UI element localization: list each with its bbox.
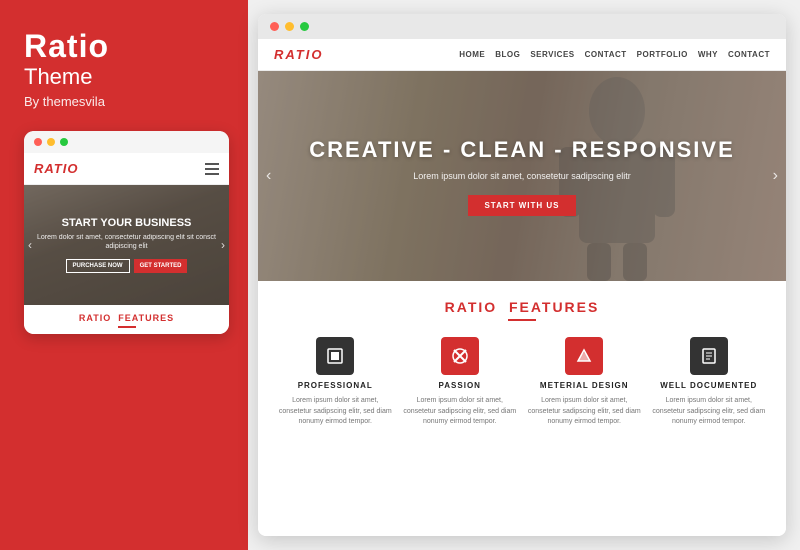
mobile-features-title: RATIO FEATURES [34,313,219,323]
hamburger-icon[interactable] [205,163,219,175]
logo-subtitle: Theme [24,64,224,90]
mobile-nav: RATIO [24,153,229,185]
mobile-hero-content: START YOUR BUSINESS Lorem dolor sit amet… [24,217,229,273]
site-nav-links: HOME BLOG SERVICES CONTACT PORTFOLIO WHY… [459,50,770,59]
hero-next-arrow[interactable]: › [773,167,778,185]
feature-title-professional: PROFESSIONAL [298,381,373,390]
feature-desc-material: Lorem ipsum dolor sit amet, consetetur s… [527,396,642,428]
feature-icon-documented [690,337,728,375]
feature-title-material: METERIAL DESIGN [540,381,629,390]
nav-link-portfolio[interactable]: PORTFOLIO [637,50,688,59]
mobile-hero-desc: Lorem dolor sit amet, consectetur adipis… [34,233,219,251]
browser-topbar [258,14,786,39]
browser-dot-red [270,22,279,31]
browser-dot-yellow [285,22,294,31]
site-hero-desc: Lorem ipsum dolor sit amet, consetetur s… [413,171,631,181]
feature-item-passion: PASSION Lorem ipsum dolor sit amet, cons… [403,337,518,428]
mobile-hero: ‹ START YOUR BUSINESS Lorem dolor sit am… [24,185,229,305]
mobile-logo: RATIO [34,161,78,176]
browser-dot-green [300,22,309,31]
feature-desc-professional: Lorem ipsum dolor sit amet, consetetur s… [278,396,393,428]
feature-icon-passion [441,337,479,375]
mobile-hero-buttons: PURCHASE NOW GET STARTED [34,259,219,273]
feature-icon-material [565,337,603,375]
browser-window: RATIO HOME BLOG SERVICES CONTACT PORTFOL… [258,14,786,536]
dot-green [60,138,68,146]
mobile-features-underline [118,326,136,328]
logo-by: By themesvila [24,94,224,109]
features-underline [508,319,536,321]
nav-link-contact2[interactable]: CONTACT [728,50,770,59]
mobile-hero-title: START YOUR BUSINESS [34,217,219,229]
feature-icon-professional [316,337,354,375]
mobile-purchase-button[interactable]: PURCHASE NOW [66,259,130,273]
nav-link-home[interactable]: HOME [459,50,485,59]
hero-prev-arrow[interactable]: ‹ [266,167,271,185]
site-nav: RATIO HOME BLOG SERVICES CONTACT PORTFOL… [258,39,786,71]
feature-desc-documented: Lorem ipsum dolor sit amet, consetetur s… [652,396,767,428]
nav-link-contact[interactable]: CONTACT [585,50,627,59]
features-grid: PROFESSIONAL Lorem ipsum dolor sit amet,… [278,337,766,428]
features-heading-suffix: FEATURES [509,299,599,315]
dot-red [34,138,42,146]
logo-title: Ratio [24,30,224,62]
mobile-features-prefix: RATIO [79,313,111,323]
mobile-features-bar: RATIO FEATURES [24,305,229,334]
site-hero-title: CREATIVE - CLEAN - RESPONSIVE [309,137,735,163]
mobile-topbar [24,131,229,153]
features-heading: RATIO FEATURES [278,299,766,315]
feature-desc-passion: Lorem ipsum dolor sit amet, consetetur s… [403,396,518,428]
site-logo: RATIO [274,47,323,62]
site-hero: ‹ CREATIVE - CLEAN - RESPONSIVE Lorem ip… [258,71,786,281]
dot-yellow [47,138,55,146]
features-heading-prefix: RATIO [445,299,498,315]
mobile-prev-arrow[interactable]: ‹ [28,238,32,252]
mobile-next-arrow[interactable]: › [221,238,225,252]
feature-item-documented: WELL DOCUMENTED Lorem ipsum dolor sit am… [652,337,767,428]
left-panel: Ratio Theme By themesvila RATIO ‹ START … [0,0,248,550]
site-hero-cta-button[interactable]: START WITH US [468,195,575,216]
nav-link-why[interactable]: WHY [698,50,718,59]
feature-item-material: METERIAL DESIGN Lorem ipsum dolor sit am… [527,337,642,428]
mobile-preview-card: RATIO ‹ START YOUR BUSINESS Lorem dolor … [24,131,229,334]
mobile-getstarted-button[interactable]: GET STARTED [134,259,188,273]
site-features-section: RATIO FEATURES PROFESSIONAL Lorem ipsum … [258,281,786,536]
right-panel: RATIO HOME BLOG SERVICES CONTACT PORTFOL… [248,0,800,550]
feature-title-passion: PASSION [439,381,481,390]
nav-link-services[interactable]: SERVICES [530,50,574,59]
feature-item-professional: PROFESSIONAL Lorem ipsum dolor sit amet,… [278,337,393,428]
mobile-features-suffix: FEATURES [118,313,174,323]
site-hero-content: CREATIVE - CLEAN - RESPONSIVE Lorem ipsu… [258,71,786,281]
nav-link-blog[interactable]: BLOG [495,50,520,59]
feature-title-documented: WELL DOCUMENTED [660,381,757,390]
